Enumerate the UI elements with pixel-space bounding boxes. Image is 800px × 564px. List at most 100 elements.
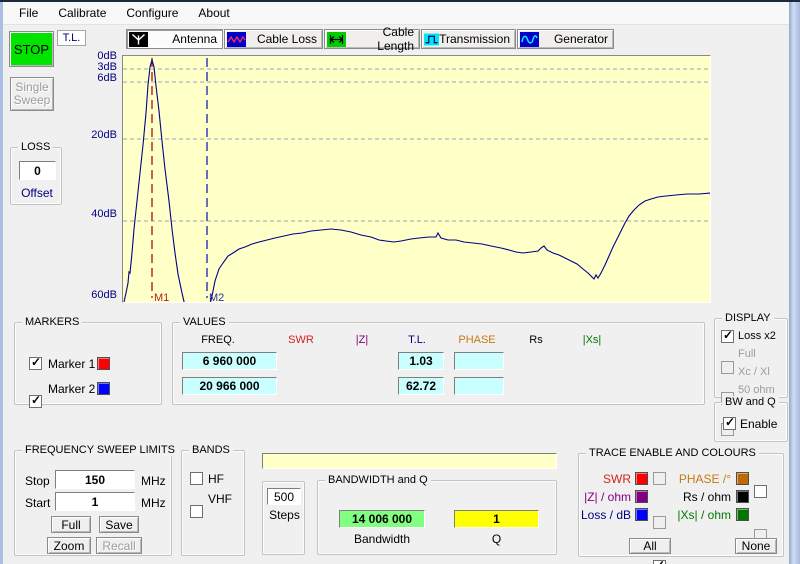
steps-input[interactable]: 500 [267,488,301,505]
toolbar-transmission-label: Transmission [439,32,515,46]
marker1-phase-value [454,352,504,370]
trace-loss-label: Loss / dB [579,508,631,522]
toolbar-cable-length-label: Cable Length [346,25,419,53]
stop-unit-label: MHz [141,474,166,488]
sweep-limits-group: FREQUENCY SWEEP LIMITS Stop 150 MHz Star… [14,450,172,556]
values-header-rs: Rs [529,334,542,346]
display-50ohm-label: 50 ohm [738,384,775,396]
ytick-6db: 6dB [87,72,117,84]
values-header-tl: T.L. [408,334,426,346]
trace-z-swatch[interactable] [635,490,648,503]
trace-z-checkbox[interactable] [653,516,666,529]
trace-rs-label: Rs / ohm [671,490,731,504]
trace-colours-title: TRACE ENABLE AND COLOURS [586,447,759,459]
trace-z-label: |Z| / ohm [579,490,631,504]
toolbar-cable-loss-label: Cable Loss [246,32,322,46]
trace-phase-checkbox[interactable] [754,485,767,498]
display-lossx2-checkbox[interactable] [721,330,734,343]
menu-bar: File Calibrate Configure About [3,2,789,25]
q-value: 1 [454,510,539,528]
toolbar-generator-label: Generator [539,32,613,46]
display-xcxl-label: Xc / Xl [738,366,770,378]
ytick-20db: 20dB [87,129,117,141]
bwq-enable-checkbox[interactable] [723,417,736,430]
toolbar-antenna-button[interactable]: Antenna [126,29,223,49]
markers-group: MARKERS Marker 1 Marker 2 [14,322,162,405]
cable-loss-icon [227,32,246,47]
bwq-enable-label: Enable [740,417,777,431]
loss-offset-input[interactable]: 0 [19,161,56,180]
trace-loss-swatch[interactable] [635,508,648,521]
marker1-tl-value: 1.03 [398,352,444,370]
zoom-button[interactable]: Zoom [47,537,91,554]
loss-group: LOSS 0 Offset [10,147,62,205]
trace-rs-swatch[interactable] [736,490,749,503]
toolbar-cable-length-button[interactable]: Cable Length [324,29,420,49]
stop-label: Stop [25,474,50,488]
start-label: Start [25,496,50,510]
trace-phase-label: PHASE /° [671,472,731,486]
cable-length-icon [327,32,346,47]
menu-file[interactable]: File [9,2,48,24]
marker1-color-swatch[interactable] [97,357,110,370]
values-group: VALUES FREQ. SWR |Z| T.L. PHASE Rs |Xs| … [172,322,705,405]
trace-phase-swatch[interactable] [736,472,749,485]
band-hf-checkbox[interactable] [190,472,203,485]
menu-configure[interactable]: Configure [116,2,188,24]
toolbar-cable-loss-button[interactable]: Cable Loss [224,29,323,49]
marker1-label: Marker 1 [48,357,95,371]
values-header-z: |Z| [356,334,368,346]
toolbar-generator-button[interactable]: Generator [517,29,614,49]
display-group: DISPLAY Loss x2 Full Xc / Xl 50 ohm [714,318,788,398]
band-vhf-label: VHF [208,492,232,506]
sweep-progress-bar [262,453,557,469]
full-button[interactable]: Full [51,516,91,533]
trace-swr-label: SWR [579,472,631,486]
loss-trace-chart: M1M2 [123,56,710,302]
window-border-right[interactable] [789,2,800,564]
marker1-checkbox[interactable] [29,357,42,370]
marker2-freq-value: 20 966 000 [182,377,277,395]
single-sweep-button[interactable]: Single Sweep [10,77,54,111]
stop-freq-input[interactable]: 150 [55,470,135,489]
band-hf-label: HF [208,472,224,486]
trace-xs-swatch[interactable] [736,508,749,521]
bandwidth-label: Bandwidth [339,532,425,546]
values-group-title: VALUES [180,316,229,328]
markers-group-title: MARKERS [22,316,82,328]
stop-button[interactable]: STOP [9,31,54,67]
trace-none-button[interactable]: None [735,538,777,554]
marker2-label: Marker 2 [48,382,95,396]
antenna-icon [129,32,148,47]
values-header-xs: |Xs| [583,334,602,346]
bandwidth-q-group: BANDWIDTH and Q 14 006 000 Bandwidth 1 Q [317,480,557,555]
bwq-group: BW and Q Enable [714,402,788,442]
trace-swr-swatch[interactable] [635,472,648,485]
marker2-color-swatch[interactable] [97,382,110,395]
loss-group-title: LOSS [18,141,53,153]
single-sweep-line2: Sweep [14,94,51,107]
recall-button[interactable]: Recall [96,537,142,554]
trace-colours-group: TRACE ENABLE AND COLOURS SWR PHASE /° |Z… [578,453,784,557]
display-full-checkbox[interactable] [721,361,734,374]
trace-loss-checkbox[interactable] [653,560,666,564]
transmission-icon [424,32,439,47]
bands-group: BANDS HF VHF [181,450,245,556]
trace-swr-checkbox[interactable] [653,472,666,485]
ytick-60db: 60dB [87,289,117,301]
trace-all-button[interactable]: All [629,538,671,554]
band-vhf-checkbox[interactable] [190,505,203,518]
trace-xs-label: |Xs| / ohm [671,508,731,522]
marker2-checkbox[interactable] [29,395,42,408]
steps-label: Steps [263,508,306,522]
menu-about[interactable]: About [188,2,239,24]
steps-group: 500 Steps [262,481,305,555]
start-freq-input[interactable]: 1 [55,492,135,511]
toolbar-transmission-button[interactable]: Transmission [421,29,516,49]
tl-axis-title-text: T.L. [63,32,81,44]
loss-chart-plot-area[interactable]: M1M2 [122,55,711,303]
menu-calibrate[interactable]: Calibrate [48,2,116,24]
svg-text:M1: M1 [154,292,169,302]
save-button[interactable]: Save [99,516,139,533]
mode-toolbar: Antenna Cable Loss Cable Length Transmis… [126,29,615,49]
